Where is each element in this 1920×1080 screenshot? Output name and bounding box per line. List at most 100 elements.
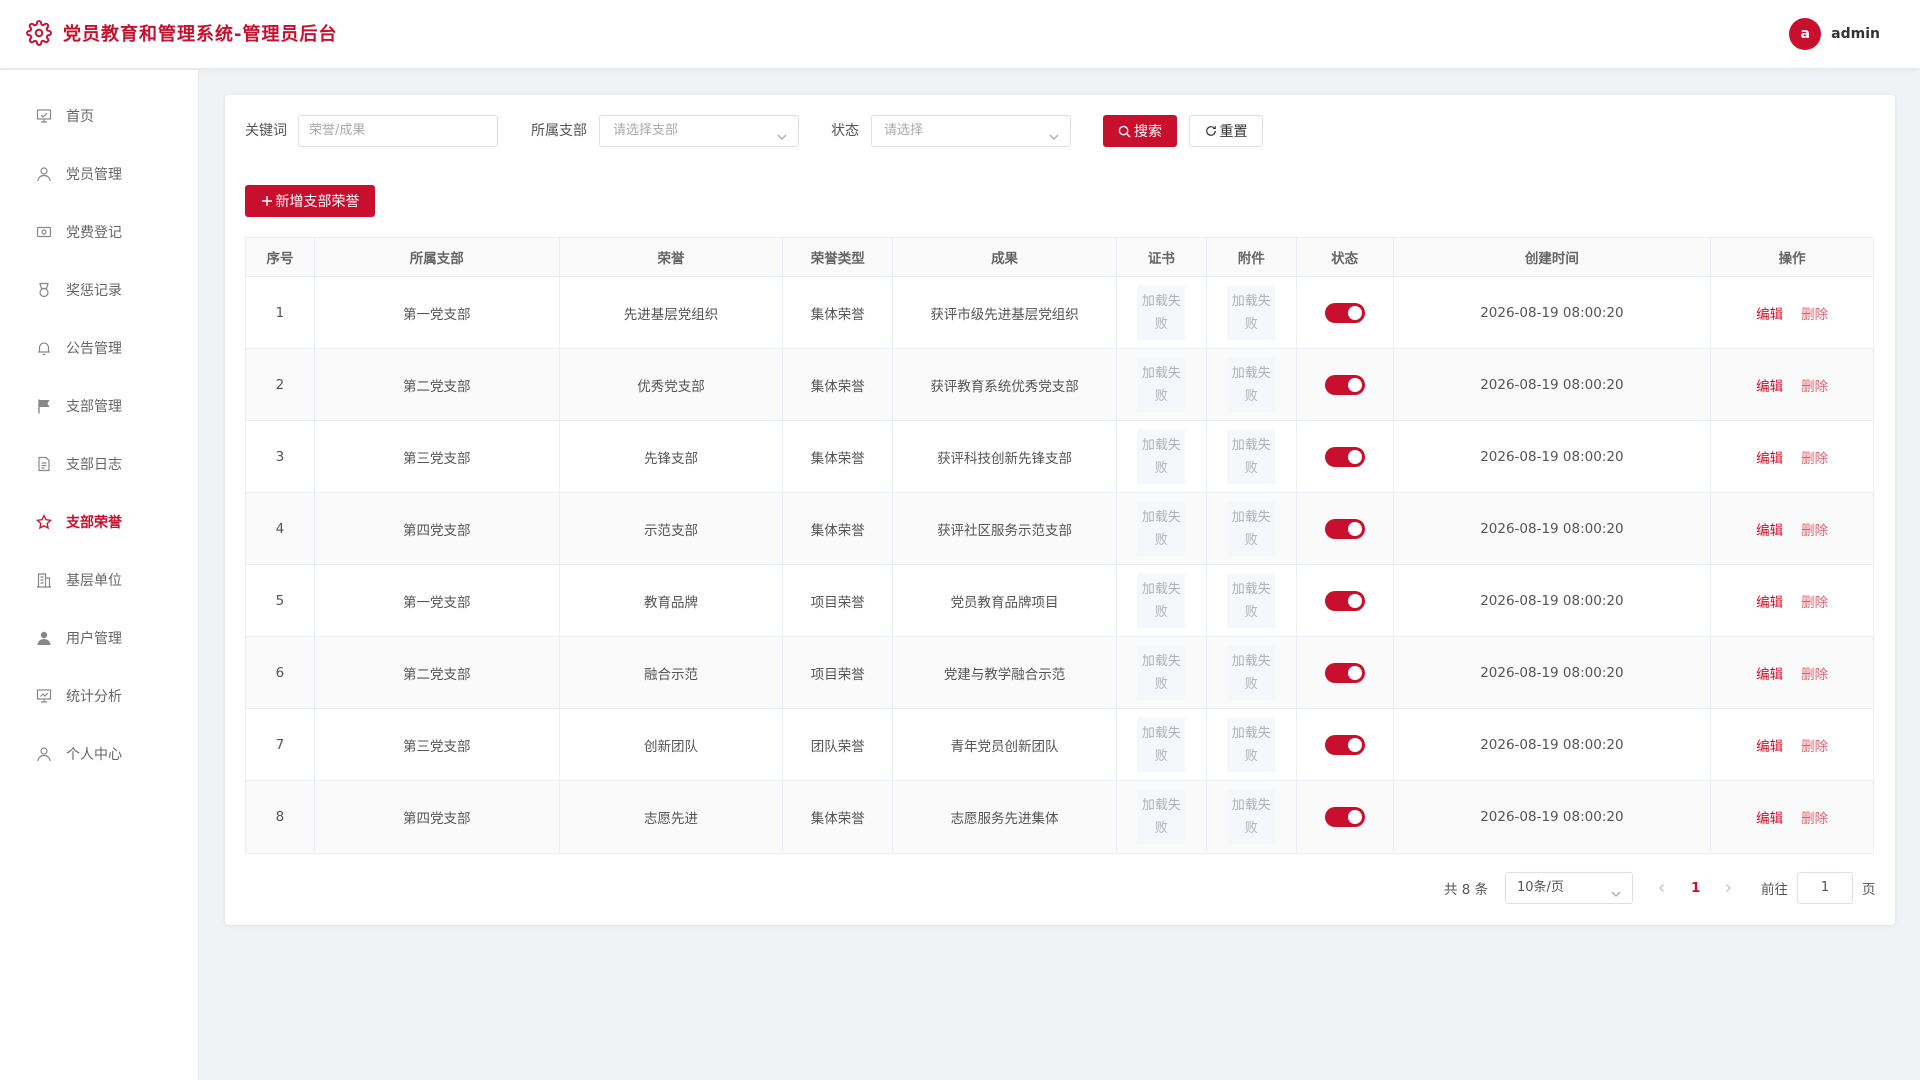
cell-index: 3 bbox=[246, 421, 315, 492]
edit-button[interactable]: 编辑 bbox=[1756, 447, 1783, 467]
reset-button[interactable]: 重置 bbox=[1189, 115, 1263, 147]
edit-button[interactable]: 编辑 bbox=[1756, 303, 1783, 323]
sidebar-item-notices[interactable]: 公告管理 bbox=[0, 326, 199, 370]
add-honor-button[interactable]: 新增支部荣誉 bbox=[245, 185, 375, 217]
page-size-select[interactable]: 10条/页 bbox=[1505, 872, 1633, 904]
next-page-button[interactable] bbox=[1723, 872, 1733, 904]
sidebar-item-home[interactable]: 首页 bbox=[0, 94, 199, 138]
medal-icon bbox=[36, 282, 52, 298]
sidebar-item-members[interactable]: 党员管理 bbox=[0, 152, 199, 196]
certificate-image-failed[interactable]: 加载失败 bbox=[1137, 573, 1186, 628]
prev-page-button[interactable] bbox=[1657, 872, 1667, 904]
goto-page-input[interactable]: 1 bbox=[1797, 872, 1853, 904]
edit-button[interactable]: 编辑 bbox=[1756, 375, 1783, 395]
sidebar-item-rewards[interactable]: 奖惩记录 bbox=[0, 268, 199, 312]
sidebar-item-stats[interactable]: 统计分析 bbox=[0, 674, 199, 718]
sidebar-item-label: 公告管理 bbox=[66, 341, 122, 357]
sidebar-item-users[interactable]: 用户管理 bbox=[0, 616, 199, 660]
attachment-image-failed[interactable]: 加载失败 bbox=[1227, 429, 1276, 484]
sidebar-item-branches[interactable]: 支部管理 bbox=[0, 384, 199, 428]
status-toggle[interactable] bbox=[1324, 734, 1365, 755]
star-icon bbox=[36, 514, 52, 530]
flag-icon bbox=[36, 398, 52, 414]
certificate-image-failed[interactable]: 加载失败 bbox=[1137, 717, 1186, 772]
delete-button[interactable]: 删除 bbox=[1801, 591, 1828, 611]
sidebar-item-honors[interactable]: 支部荣誉 bbox=[0, 500, 199, 544]
delete-button[interactable]: 删除 bbox=[1801, 375, 1828, 395]
status-select[interactable]: 请选择 bbox=[871, 115, 1071, 147]
username[interactable]: admin bbox=[1831, 26, 1880, 42]
user-icon bbox=[36, 166, 52, 182]
cell-index: 6 bbox=[246, 637, 315, 708]
search-button[interactable]: 搜索 bbox=[1103, 115, 1177, 147]
status-toggle[interactable] bbox=[1324, 590, 1365, 611]
attachment-image-failed[interactable]: 加载失败 bbox=[1227, 357, 1276, 412]
table-row: 7 第三党支部 创新团队 团队荣誉 青年党员创新团队 加载失败 加载失败 202… bbox=[246, 709, 1873, 781]
page-number-current[interactable]: 1 bbox=[1691, 872, 1700, 904]
sidebar-item-logs[interactable]: 支部日志 bbox=[0, 442, 199, 486]
edit-button[interactable]: 编辑 bbox=[1756, 519, 1783, 539]
plus-icon bbox=[261, 196, 272, 206]
certificate-image-failed[interactable]: 加载失败 bbox=[1137, 645, 1186, 700]
certificate-image-failed[interactable]: 加载失败 bbox=[1137, 501, 1186, 556]
refresh-icon bbox=[1205, 126, 1216, 136]
certificate-image-failed[interactable]: 加载失败 bbox=[1137, 357, 1186, 412]
status-toggle[interactable] bbox=[1324, 518, 1365, 539]
sidebar-item-label: 统计分析 bbox=[66, 689, 122, 705]
certificate-image-failed[interactable]: 加载失败 bbox=[1137, 285, 1186, 340]
edit-button[interactable]: 编辑 bbox=[1756, 735, 1783, 755]
attachment-image-failed[interactable]: 加载失败 bbox=[1227, 717, 1276, 772]
status-toggle[interactable] bbox=[1324, 662, 1365, 683]
column-header: 操作 bbox=[1778, 251, 1806, 267]
delete-button[interactable]: 删除 bbox=[1801, 663, 1828, 683]
cell-type: 集体荣誉 bbox=[783, 493, 894, 564]
attachment-image-failed[interactable]: 加载失败 bbox=[1227, 573, 1276, 628]
certificate-image-failed[interactable]: 加载失败 bbox=[1137, 429, 1186, 484]
toggle-knob bbox=[1347, 449, 1362, 464]
attachment-image-failed[interactable]: 加载失败 bbox=[1227, 645, 1276, 700]
delete-button[interactable]: 删除 bbox=[1801, 447, 1828, 467]
column-header: 荣誉类型 bbox=[783, 238, 894, 276]
sidebar-item-units[interactable]: 基层单位 bbox=[0, 558, 199, 602]
status-toggle[interactable] bbox=[1324, 374, 1365, 395]
certificate-image-failed[interactable]: 加载失败 bbox=[1137, 790, 1186, 844]
cell-created: 2026-08-19 08:00:20 bbox=[1394, 565, 1712, 636]
attachment-image-failed[interactable]: 加载失败 bbox=[1227, 501, 1276, 556]
cell-branch: 第四党支部 bbox=[315, 781, 560, 853]
toggle-knob bbox=[1347, 377, 1362, 392]
sidebar-item-fees[interactable]: 党费登记 bbox=[0, 210, 199, 254]
cell-result: 志愿服务先进集体 bbox=[893, 781, 1117, 853]
attachment-image-failed[interactable]: 加载失败 bbox=[1227, 285, 1276, 340]
edit-button[interactable]: 编辑 bbox=[1756, 663, 1783, 683]
cell-honor: 教育品牌 bbox=[560, 565, 784, 636]
sidebar-item-profile[interactable]: 个人中心 bbox=[0, 732, 199, 776]
column-header: 所属支部 bbox=[315, 238, 560, 276]
delete-button[interactable]: 删除 bbox=[1801, 735, 1828, 755]
cell-result: 获评社区服务示范支部 bbox=[893, 493, 1117, 564]
edit-button[interactable]: 编辑 bbox=[1756, 591, 1783, 611]
edit-button[interactable]: 编辑 bbox=[1756, 807, 1783, 827]
delete-button[interactable]: 删除 bbox=[1801, 303, 1828, 323]
user-menu[interactable]: a admin bbox=[1789, 18, 1880, 50]
money-icon bbox=[36, 224, 52, 240]
chevron-down-icon bbox=[1048, 125, 1060, 140]
avatar[interactable]: a bbox=[1789, 18, 1822, 50]
branch-select[interactable]: 请选择支部 bbox=[599, 115, 799, 147]
cell-created: 2026-08-19 08:00:20 bbox=[1394, 709, 1712, 780]
cell-type: 集体荣誉 bbox=[783, 781, 894, 853]
attachment-image-failed[interactable]: 加载失败 bbox=[1227, 790, 1276, 844]
cell-branch: 第三党支部 bbox=[315, 421, 560, 492]
cell-index: 7 bbox=[246, 709, 315, 780]
column-header: 荣誉 bbox=[560, 238, 784, 276]
presentation-icon bbox=[36, 108, 52, 124]
cell-type: 集体荣誉 bbox=[783, 421, 894, 492]
keyword-input[interactable]: 荣誉/成果 bbox=[298, 115, 498, 147]
sidebar-item-label: 个人中心 bbox=[66, 747, 122, 763]
status-toggle[interactable] bbox=[1324, 302, 1365, 323]
branch-placeholder: 请选择支部 bbox=[613, 123, 679, 138]
page-size-value: 10条/页 bbox=[1517, 880, 1564, 895]
status-toggle[interactable] bbox=[1324, 807, 1365, 827]
status-toggle[interactable] bbox=[1324, 446, 1365, 467]
delete-button[interactable]: 删除 bbox=[1801, 519, 1828, 539]
delete-button[interactable]: 删除 bbox=[1801, 807, 1828, 827]
